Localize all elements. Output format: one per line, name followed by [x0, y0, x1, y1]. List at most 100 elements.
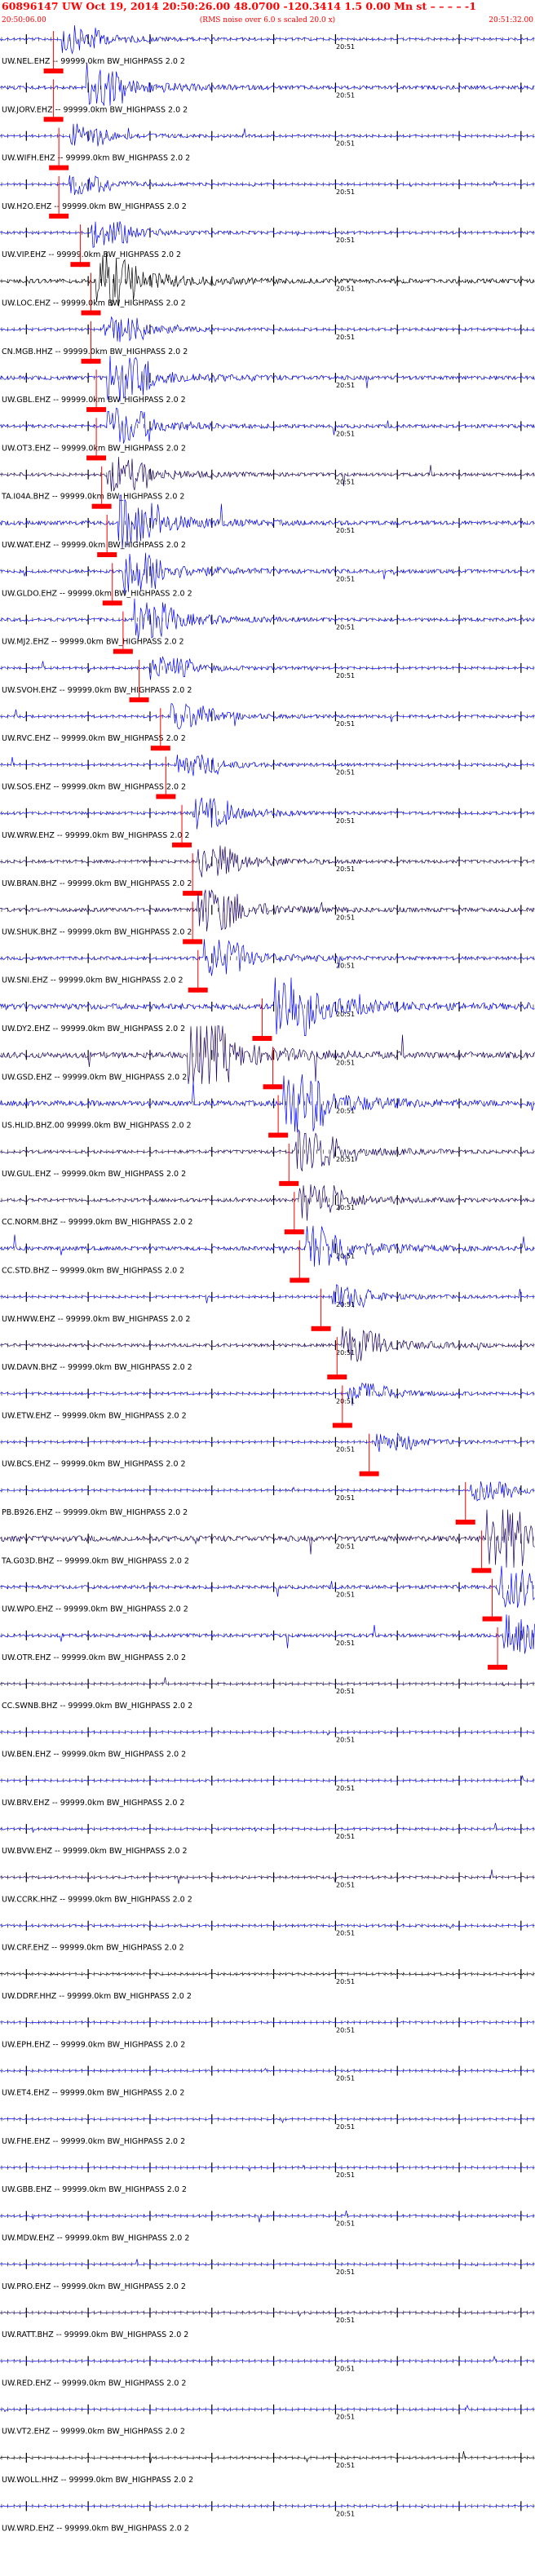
timing-ticks: [1, 905, 534, 915]
channel-label: UW.DDRF.HHZ -- 99999.0km BW_HIGHPASS 2.0…: [2, 1992, 192, 2001]
trace-row: CC.SWNB.BHZ -- 99999.0km BW_HIGHPASS 2.0…: [0, 1677, 535, 1711]
tick-time-label: 20:51: [336, 1011, 355, 1018]
trace-row: UW.JORV.EHZ -- 99999.0km BW_HIGHPASS 2.0…: [0, 62, 535, 122]
tick-time-label: 20:51: [336, 1930, 355, 1937]
tick-time-label: 20:51: [336, 382, 355, 389]
channel-label: UW.BRAN.BHZ -- 99999.0km BW_HIGHPASS 2.0…: [2, 879, 192, 888]
tick-time-label: 20:51: [336, 720, 355, 728]
trace-row: UW.RED.EHZ -- 99999.0km BW_HIGHPASS 2.0 …: [0, 2355, 535, 2388]
tick-time-label: 20:51: [336, 2123, 355, 2131]
channel-label: CC.STD.BHZ -- 99999.0km BW_HIGHPASS 2.0 …: [2, 1267, 184, 1276]
tick-time-label: 20:51: [336, 1737, 355, 1744]
tick-time-label: 20:51: [336, 2026, 355, 2034]
trace-row: UW.VT2.EHZ -- 99999.0km BW_HIGHPASS 2.0 …: [0, 2404, 535, 2437]
channel-label: UW.LOC.EHZ -- 99999.0km BW_HIGHPASS 2.0 …: [2, 299, 186, 308]
trace-row: UW.H2O.EHZ -- 99999.0km BW_HIGHPASS 2.0 …: [0, 175, 535, 219]
tick-time-label: 20:51: [336, 1156, 355, 1163]
tick-time-label: 20:51: [336, 1059, 355, 1066]
tick-time-label: 20:51: [336, 1253, 355, 1260]
channel-label: UW.SHUK.BHZ -- 99999.0km BW_HIGHPASS 2.0…: [2, 927, 192, 936]
tick-time-label: 20:51: [336, 1204, 355, 1211]
tick-time-label: 20:51: [336, 672, 355, 679]
channel-label: UW.GSD.EHZ -- 99999.0km BW_HIGHPASS 2.0 …: [2, 1073, 187, 1082]
channel-label: UW.BVW.EHZ -- 99999.0km BW_HIGHPASS 2.0 …: [2, 1847, 188, 1856]
trace-row: UW.WOLL.HHZ -- 99999.0km BW_HIGHPASS 2.0…: [0, 2451, 535, 2485]
channel-label: UW.H2O.EHZ -- 99999.0km BW_HIGHPASS 2.0 …: [2, 202, 187, 211]
trace-row: UW.WRW.EHZ -- 99999.0km BW_HIGHPASS 2.0 …: [0, 797, 535, 848]
trace-row: UW.WRD.EHZ -- 99999.0km BW_HIGHPASS 2.0 …: [0, 2501, 535, 2533]
trace-row: UW.GSD.EHZ -- 99999.0km BW_HIGHPASS 2.0 …: [0, 1025, 535, 1090]
trace-row: UW.DDRF.HHZ -- 99999.0km BW_HIGHPASS 2.0…: [0, 1969, 535, 2001]
channel-label: UW.RED.EHZ -- 99999.0km BW_HIGHPASS 2.0 …: [2, 2379, 186, 2388]
trace-row: UW.MDW.EHZ -- 99999.0km BW_HIGHPASS 2.0 …: [0, 2211, 535, 2243]
trace-row: UW.ETW.EHZ -- 99999.0km BW_HIGHPASS 2.0 …: [0, 1382, 535, 1428]
tick-time-label: 20:51: [336, 1640, 355, 1647]
trace-row: UW.OTR.EHZ -- 99999.0km BW_HIGHPASS 2.0 …: [0, 1614, 535, 1670]
trace-row: UW.HWW.EHZ -- 99999.0km BW_HIGHPASS 2.0 …: [0, 1284, 535, 1331]
tick-time-label: 20:51: [336, 1591, 355, 1599]
tick-time-label: 20:51: [336, 91, 355, 99]
channel-label: UW.BCS.EHZ -- 99999.0km BW_HIGHPASS 2.0 …: [2, 1460, 186, 1469]
channel-label: UW.ET4.EHZ -- 99999.0km BW_HIGHPASS 2.0 …: [2, 2089, 184, 2098]
channel-label: UW.WIFH.EHZ -- 99999.0km BW_HIGHPASS 2.0…: [2, 154, 190, 163]
tick-time-label: 20:51: [336, 2414, 355, 2421]
chart-subtitle: (RMS noise over 6.0 s scaled 20.0 x): [200, 15, 335, 24]
waveform-line: [0, 1225, 535, 1267]
tick-time-label: 20:51: [336, 1301, 355, 1308]
trace-row: UW.NEL.EHZ -- 99999.0km BW_HIGHPASS 2.0 …: [0, 24, 535, 73]
waveform-line: [0, 62, 535, 107]
tick-time-label: 20:51: [336, 1349, 355, 1357]
tick-time-label: 20:51: [336, 1397, 355, 1405]
trace-row: UW.OT3.EHZ -- 99999.0km BW_HIGHPASS 2.0 …: [0, 407, 535, 461]
channel-label: UW.WRW.EHZ -- 99999.0km BW_HIGHPASS 2.0 …: [2, 831, 189, 840]
channel-label: UW.JORV.EHZ -- 99999.0km BW_HIGHPASS 2.0…: [2, 105, 188, 114]
trace-row: UW.FHE.EHZ -- 99999.0km BW_HIGHPASS 2.0 …: [0, 2113, 535, 2146]
trace-row: UW.VIP.EHZ -- 99999.0km BW_HIGHPASS 2.0 …: [0, 221, 535, 268]
seismogram-chart: 60896147 UW Oct 19, 2014 20:50:26.00 48.…: [0, 0, 535, 2533]
tick-time-label: 20:51: [336, 1785, 355, 1792]
trace-row: UW.PRO.EHZ -- 99999.0km BW_HIGHPASS 2.0 …: [0, 2259, 535, 2291]
tick-time-label: 20:51: [336, 2220, 355, 2228]
trace-row: UW.RATT.BHZ -- 99999.0km BW_HIGHPASS 2.0…: [0, 2308, 535, 2339]
trace-row: TA.I04A.BHZ -- 99999.0km BW_HIGHPASS 2.0…: [0, 457, 535, 509]
tick-time-label: 20:51: [336, 2268, 355, 2276]
tick-time-label: 20:51: [336, 2510, 355, 2517]
tick-time-label: 20:51: [336, 527, 355, 534]
channel-label: UW.WOLL.HHZ -- 99999.0km BW_HIGHPASS 2.0…: [2, 2476, 193, 2485]
trace-row: UW.SOS.EHZ -- 99999.0km BW_HIGHPASS 2.0 …: [0, 755, 535, 799]
tick-time-label: 20:51: [336, 1688, 355, 1695]
channel-label: UW.GLDO.EHZ -- 99999.0km BW_HIGHPASS 2.0…: [2, 589, 192, 598]
channel-label: UW.RATT.BHZ -- 99999.0km BW_HIGHPASS 2.0…: [2, 2330, 188, 2339]
channel-label: TA.G03D.BHZ -- 99999.0km BW_HIGHPASS 2.0…: [1, 1556, 189, 1565]
trace-row: UW.ET4.EHZ -- 99999.0km BW_HIGHPASS 2.0 …: [0, 2065, 535, 2098]
trace-row: UW.WAT.EHZ -- 99999.0km BW_HIGHPASS 2.0 …: [0, 494, 535, 557]
channel-label: UW.SVOH.EHZ -- 99999.0km BW_HIGHPASS 2.0…: [2, 686, 192, 695]
tick-time-label: 20:51: [336, 1446, 355, 1454]
channel-label: UW.VIP.EHZ -- 99999.0km BW_HIGHPASS 2.0 …: [2, 250, 181, 259]
tick-time-label: 20:51: [336, 914, 355, 921]
trace-row: UW.MJ2.EHZ -- 99999.0km BW_HIGHPASS 2.0 …: [0, 598, 535, 654]
trace-row: UW.DAVN.BHZ -- 99999.0km BW_HIGHPASS 2.0…: [0, 1326, 535, 1380]
trace-row: US.HLID.BHZ.00 99999.0km BW_HIGHPASS 2.0…: [0, 1073, 535, 1138]
tick-time-label: 20:51: [336, 334, 355, 341]
trace-row: UW.SVOH.EHZ -- 99999.0km BW_HIGHPASS 2.0…: [0, 655, 535, 702]
trace-row: UW.BEN.EHZ -- 99999.0km BW_HIGHPASS 2.0 …: [0, 1727, 535, 1759]
tick-time-label: 20:51: [336, 1108, 355, 1115]
timing-ticks: [1, 1195, 534, 1206]
trace-row: UW.WIFH.EHZ -- 99999.0km BW_HIGHPASS 2.0…: [0, 123, 535, 170]
waveform-line: [0, 1184, 535, 1221]
tick-time-label: 20:51: [336, 43, 355, 51]
tick-time-label: 20:51: [336, 479, 355, 486]
channel-label: UW.SOS.EHZ -- 99999.0km BW_HIGHPASS 2.0 …: [2, 783, 186, 792]
tick-time-label: 20:51: [336, 1978, 355, 1985]
channel-label: UW.CCRK.HHZ -- 99999.0km BW_HIGHPASS 2.0…: [2, 1895, 192, 1904]
timing-ticks: [1, 469, 534, 480]
channel-label: CC.SWNB.BHZ -- 99999.0km BW_HIGHPASS 2.0…: [2, 1702, 192, 1711]
channel-label: UW.MDW.EHZ -- 99999.0km BW_HIGHPASS 2.0 …: [2, 2234, 189, 2243]
tick-time-label: 20:51: [336, 624, 355, 631]
channel-label: UW.FHE.EHZ -- 99999.0km BW_HIGHPASS 2.0 …: [2, 2137, 185, 2146]
tick-time-label: 20:51: [336, 2171, 355, 2179]
channel-label: UW.DAVN.BHZ -- 99999.0km BW_HIGHPASS 2.0…: [2, 1363, 192, 1372]
tick-time-label: 20:51: [336, 1881, 355, 1888]
channel-label: UW.WRD.EHZ -- 99999.0km BW_HIGHPASS 2.0 …: [2, 2524, 189, 2533]
